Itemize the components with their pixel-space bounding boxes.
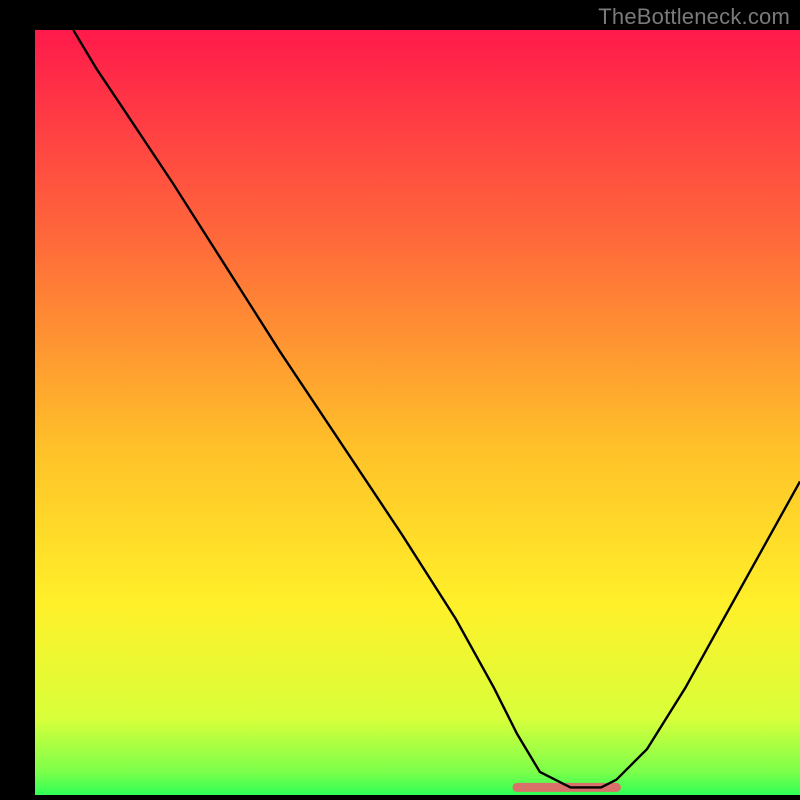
chart-container: { "watermark": "TheBottleneck.com", "cha… (0, 0, 800, 800)
watermark-text: TheBottleneck.com (598, 4, 790, 30)
chart-svg (0, 0, 800, 800)
plot-background (35, 30, 800, 795)
